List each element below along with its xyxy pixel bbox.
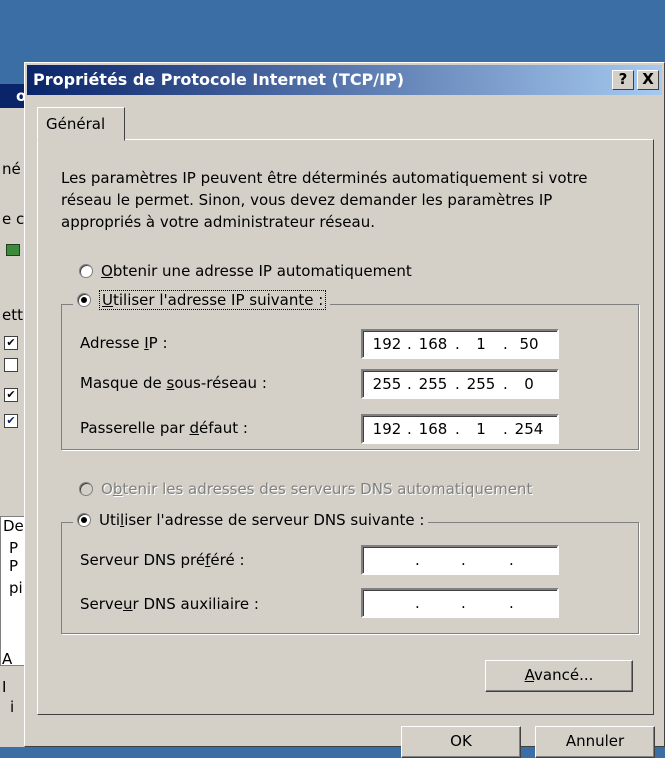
octet-1[interactable]: 255 bbox=[369, 375, 405, 393]
background-text-fragment: De bbox=[3, 517, 24, 535]
radio-ip-automatic[interactable]: Obtenir une adresse IP automatiquement bbox=[79, 262, 412, 280]
background-text-fragment: né bbox=[2, 160, 21, 178]
octet-1[interactable]: 192 bbox=[369, 335, 405, 353]
octet-4[interactable]: 254 bbox=[511, 420, 547, 438]
background-text-fragment: pi bbox=[9, 579, 23, 597]
preferred-dns-label: Serveur DNS préféré : bbox=[80, 551, 245, 569]
description-text: Les paramètres IP peuvent être déterminé… bbox=[61, 167, 621, 233]
octet-3[interactable]: 1 bbox=[463, 335, 499, 353]
octet-3[interactable]: 255 bbox=[463, 375, 499, 393]
description-line: appropriés à votre administrateur réseau… bbox=[61, 213, 375, 231]
description-line: Les paramètres IP peuvent être déterminé… bbox=[61, 169, 588, 187]
subnet-mask-label: Masque de sous-réseau : bbox=[80, 374, 267, 392]
subnet-mask-field[interactable]: 255. 255. 255. 0 bbox=[361, 369, 559, 399]
help-button[interactable]: ? bbox=[612, 70, 634, 90]
radio-dns-manual[interactable]: Utiliser l'adresse de serveur DNS suivan… bbox=[73, 511, 429, 529]
preferred-dns-field[interactable]: . . . bbox=[361, 545, 559, 575]
ok-button[interactable]: OK bbox=[401, 726, 521, 758]
radio-ip-manual[interactable]: Utiliser l'adresse IP suivante : bbox=[73, 290, 331, 310]
alternate-dns-field[interactable]: . . . bbox=[361, 588, 559, 618]
desktop-background bbox=[0, 0, 665, 60]
octet-3[interactable]: 1 bbox=[463, 420, 499, 438]
checkbox-icon[interactable]: ✔ bbox=[4, 336, 18, 350]
background-text-fragment: ett bbox=[2, 306, 23, 324]
alternate-dns-label: Serveur DNS auxiliaire : bbox=[80, 595, 259, 613]
radio-disabled-icon bbox=[79, 482, 93, 496]
octet-2[interactable]: 168 bbox=[415, 420, 451, 438]
ip-address-field[interactable]: 192. 168. 1. 50 bbox=[361, 329, 559, 359]
default-gateway-label: Passerelle par défaut : bbox=[80, 419, 248, 437]
radio-unchecked-icon bbox=[79, 264, 93, 278]
background-text-fragment: P bbox=[9, 557, 19, 575]
description-line: réseau le permet. Sinon, vous devez dema… bbox=[61, 191, 553, 209]
close-button[interactable]: X bbox=[637, 70, 659, 90]
radio-dns-manual-label: Utiliser l'adresse de serveur DNS suivan… bbox=[99, 511, 425, 529]
octet-2[interactable]: 255 bbox=[415, 375, 451, 393]
radio-checked-icon bbox=[77, 293, 91, 307]
octet-4[interactable]: 50 bbox=[511, 335, 547, 353]
background-text-fragment: P bbox=[9, 539, 19, 557]
octet-4[interactable]: 0 bbox=[511, 375, 547, 393]
background-text-fragment: A bbox=[2, 650, 13, 668]
cancel-button[interactable]: Annuler bbox=[535, 726, 655, 758]
octet-1[interactable]: 192 bbox=[369, 420, 405, 438]
tcpip-properties-dialog: Propriétés de Protocole Internet (TCP/IP… bbox=[24, 62, 665, 758]
checkbox-icon[interactable] bbox=[4, 358, 18, 372]
checkbox-icon[interactable]: ✔ bbox=[4, 414, 18, 428]
tab-general-label: Général bbox=[46, 115, 106, 133]
network-icon bbox=[6, 244, 20, 256]
background-text-fragment: i bbox=[10, 698, 15, 716]
radio-ip-manual-label: Utiliser l'adresse IP suivante : bbox=[99, 290, 327, 310]
background-text-fragment: e c bbox=[2, 210, 25, 228]
advanced-button[interactable]: Avancé... bbox=[485, 660, 633, 692]
dialog-title: Propriétés de Protocole Internet (TCP/IP… bbox=[33, 70, 405, 89]
background-text-fragment: I bbox=[2, 678, 7, 696]
default-gateway-field[interactable]: 192. 168. 1. 254 bbox=[361, 414, 559, 444]
radio-checked-icon bbox=[77, 513, 91, 527]
dialog-titlebar[interactable]: Propriétés de Protocole Internet (TCP/IP… bbox=[27, 65, 662, 95]
radio-dns-automatic-label: Obtenir les adresses des serveurs DNS au… bbox=[101, 480, 533, 498]
checkbox-icon[interactable]: ✔ bbox=[4, 388, 18, 402]
ip-address-label: Adresse IP : bbox=[80, 334, 168, 352]
radio-dns-automatic[interactable]: Obtenir les adresses des serveurs DNS au… bbox=[79, 480, 532, 498]
tab-general[interactable]: Général bbox=[37, 107, 125, 141]
octet-2[interactable]: 168 bbox=[415, 335, 451, 353]
radio-ip-automatic-label: Obtenir une adresse IP automatiquement bbox=[101, 262, 412, 280]
